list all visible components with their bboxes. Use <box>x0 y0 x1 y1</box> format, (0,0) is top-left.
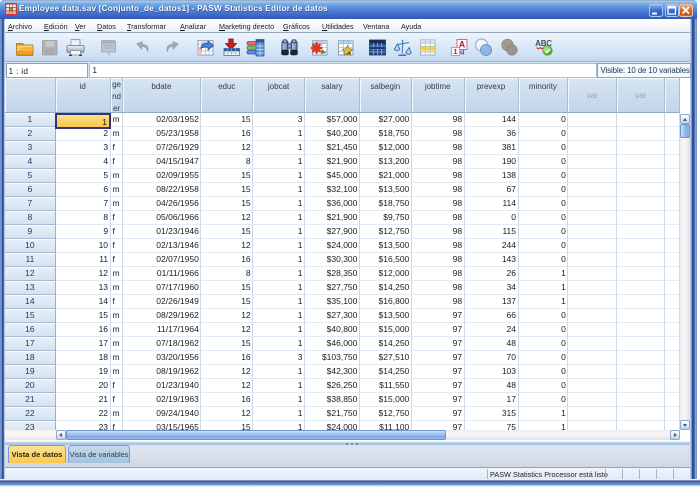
svg-text:1: 1 <box>453 47 457 56</box>
